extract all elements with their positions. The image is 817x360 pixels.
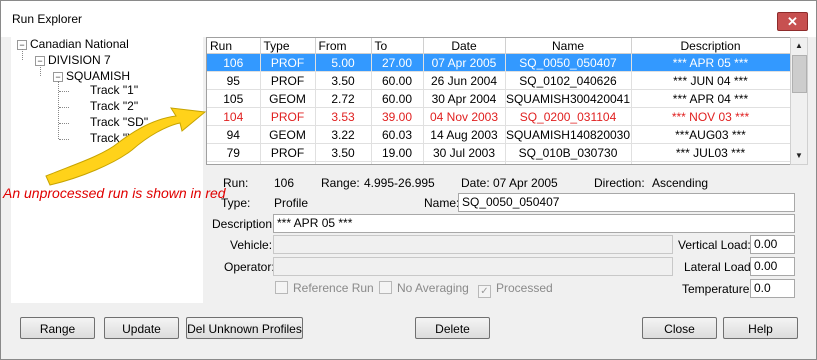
arrow-icon [45,107,207,186]
annotation-text: An unprocessed run is shown in red [3,185,226,201]
callout-arrow [45,107,207,186]
